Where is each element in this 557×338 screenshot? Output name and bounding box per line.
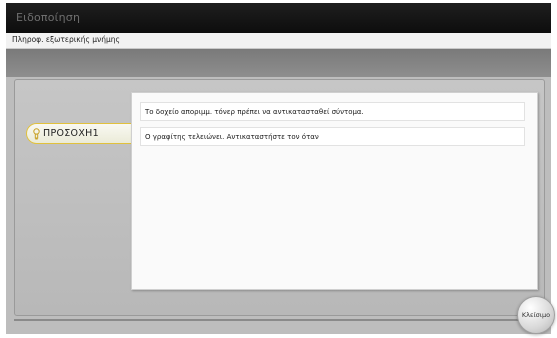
subheader-text: Πληροφ. εξωτερικής μνήμης: [12, 35, 120, 44]
title-bar: Ειδοποίηση: [6, 3, 551, 33]
message-item: Ο γραφίτης τελειώνει. Αντικαταστήστε τον…: [140, 127, 525, 146]
window-title: Ειδοποίηση: [16, 11, 81, 24]
lightbulb-icon: [33, 128, 40, 140]
header-band: [6, 49, 551, 77]
message-item: Το δοχείο αποριμμ. τόνερ πρέπει να αντικ…: [140, 102, 525, 121]
warning-tab[interactable]: ΠΡΟΣΟΧΗ1: [26, 123, 132, 144]
bottom-divider: [14, 319, 543, 321]
message-panel: Το δοχείο αποριμμ. τόνερ πρέπει να αντικ…: [131, 92, 538, 290]
warning-label: ΠΡΟΣΟΧΗ1: [43, 128, 99, 139]
subheader-bar: Πληροφ. εξωτερικής μνήμης: [6, 33, 551, 49]
close-button[interactable]: Κλείσιμο: [517, 296, 555, 334]
